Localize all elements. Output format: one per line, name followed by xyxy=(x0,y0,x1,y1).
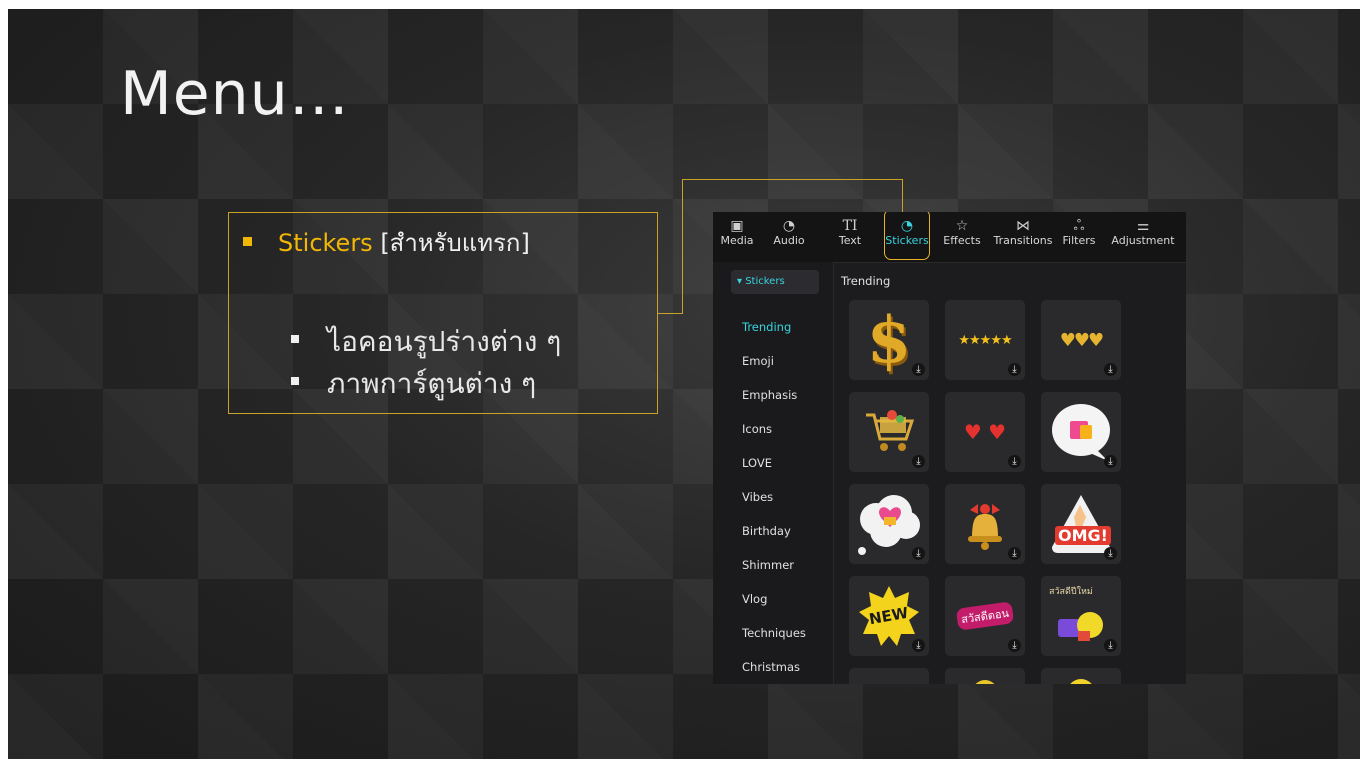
sidebar-item-christmas[interactable]: Christmas xyxy=(742,660,800,674)
download-icon[interactable]: ⤓ xyxy=(1104,547,1117,560)
bullet-rest: [สำหรับแทรก] xyxy=(372,229,530,257)
sidebar-section-stickers[interactable]: ▾ Stickers xyxy=(731,270,819,294)
partial-sticker-2[interactable] xyxy=(945,668,1025,684)
sidebar-item-vlog[interactable]: Vlog xyxy=(742,592,767,606)
toolbar: ▣ Media ◔ Audio TI Text ◔ Stickers ☆ Effects … xyxy=(713,212,1186,263)
adjustment-icon: ⚌ xyxy=(1136,218,1150,234)
tab-effects[interactable]: ☆ Effects xyxy=(939,218,985,247)
download-icon[interactable]: ⤓ xyxy=(1104,455,1117,468)
tab-adjustment[interactable]: ⚌ Adjustment xyxy=(1108,218,1178,247)
download-icon[interactable]: ⤓ xyxy=(1104,363,1117,376)
tab-label: Adjustment xyxy=(1111,234,1175,247)
sidebar-item-birthday[interactable]: Birthday xyxy=(742,524,791,538)
transitions-icon: ⋈ xyxy=(1016,218,1030,234)
media-icon: ▣ xyxy=(730,218,744,234)
bullet-square-icon xyxy=(291,377,299,385)
capcut-screenshot: ▣ Media ◔ Audio TI Text ◔ Stickers ☆ Effects … xyxy=(713,212,1186,684)
active-tab-ring xyxy=(884,212,930,260)
omg-icon xyxy=(1052,495,1110,553)
slide: Menu… Stickers [สำหรับแทรก] ไอคอนรูปร่าง… xyxy=(8,9,1360,759)
gold-hearts-sticker[interactable]: ♥♥♥ ⤓ xyxy=(1041,300,1121,380)
sub-bullet: ไอคอนรูปร่างต่าง ๆ xyxy=(291,321,561,363)
tab-label: Effects xyxy=(943,234,981,247)
tab-audio[interactable]: ◔ Audio xyxy=(769,218,809,247)
script-text-sticker[interactable]: สวัสดีตอน ⤓ xyxy=(945,576,1025,656)
shopping-bag-bubble-sticker[interactable]: ⤓ xyxy=(1041,392,1121,472)
filters-icon: ஃ xyxy=(1073,218,1085,234)
tab-label: Text xyxy=(838,234,862,247)
sidebar-item-icons[interactable]: Icons xyxy=(742,422,772,436)
cartoon-collage-sticker[interactable]: สวัสดีปีใหม่ ⤓ xyxy=(1041,576,1121,656)
sidebar-item-vibes[interactable]: Vibes xyxy=(742,490,773,504)
sidebar-item-emoji[interactable]: Emoji xyxy=(742,354,774,368)
five-stars-sticker[interactable]: ★★★★★ ⤓ xyxy=(945,300,1025,380)
bullet-box: Stickers [สำหรับแทรก] ไอคอนรูปร่างต่าง ๆ… xyxy=(228,212,658,414)
bell-bow-sticker[interactable]: ⤓ xyxy=(945,484,1025,564)
sidebar-item-techniques[interactable]: Techniques xyxy=(742,626,806,640)
effects-icon: ☆ xyxy=(955,218,969,234)
sidebar-item-emphasis[interactable]: Emphasis xyxy=(742,388,797,402)
tab-filters[interactable]: ஃ Filters xyxy=(1058,218,1100,247)
download-icon[interactable]: ⤓ xyxy=(912,639,925,652)
tab-media[interactable]: ▣ Media xyxy=(717,218,757,247)
main-bullet: Stickers [สำหรับแทรก] xyxy=(243,223,530,262)
omg-label: OMG! xyxy=(1055,526,1111,545)
collage-caption: สวัสดีปีใหม่ xyxy=(1049,587,1093,597)
download-icon[interactable]: ⤓ xyxy=(1008,639,1021,652)
download-icon[interactable]: ⤓ xyxy=(1104,639,1117,652)
tab-label: Filters xyxy=(1062,234,1096,247)
tab-label: Transitions xyxy=(993,234,1053,247)
partial-sticker-1[interactable] xyxy=(849,668,929,684)
download-icon[interactable]: ⤓ xyxy=(912,455,925,468)
download-icon[interactable]: ⤓ xyxy=(912,363,925,376)
sticker-category-sidebar: ▾ Stickers Trending Emoji Emphasis Icons… xyxy=(713,262,834,684)
tab-text[interactable]: TI Text xyxy=(835,218,865,247)
sub-bullet-text: ภาพการ์ตูนต่าง ๆ xyxy=(327,367,537,400)
bullet-highlight: Stickers xyxy=(278,229,373,257)
heart-gift-cloud-sticker[interactable]: ⤓ xyxy=(849,484,929,564)
audio-icon: ◔ xyxy=(782,218,796,234)
omg-clap-sticker[interactable]: OMG! ⤓ xyxy=(1041,484,1121,564)
bullet-square-icon xyxy=(291,335,299,343)
red-hearts-sticker[interactable]: ♥ ♥ ⤓ xyxy=(945,392,1025,472)
sub-bullet-text: ไอคอนรูปร่างต่าง ๆ xyxy=(327,325,562,358)
partial-sticker-3-art xyxy=(1041,668,1121,684)
partial-sticker-3[interactable] xyxy=(1041,668,1121,684)
tab-label: Audio xyxy=(773,234,805,247)
new-burst-sticker[interactable]: NEW ⤓ xyxy=(849,576,929,656)
tab-transitions[interactable]: ⋈ Transitions xyxy=(991,218,1055,247)
sidebar-item-trending[interactable]: Trending xyxy=(742,320,791,334)
text-icon: TI xyxy=(842,218,858,234)
slide-title: Menu… xyxy=(120,59,350,129)
sidebar-item-shimmer[interactable]: Shimmer xyxy=(742,558,794,572)
download-icon[interactable]: ⤓ xyxy=(1008,363,1021,376)
connector-line xyxy=(902,179,903,213)
bullet-square-icon xyxy=(243,236,252,246)
sub-bullet: ภาพการ์ตูนต่าง ๆ xyxy=(291,363,561,405)
sub-bullet-list: ไอคอนรูปร่างต่าง ๆ ภาพการ์ตูนต่าง ๆ xyxy=(291,321,561,405)
cart-icon xyxy=(866,410,915,451)
shopping-cart-sticker[interactable]: ⤓ xyxy=(849,392,929,472)
sidebar-item-love[interactable]: LOVE xyxy=(742,456,772,470)
partial-sticker-2-art xyxy=(945,668,1025,684)
connector-line xyxy=(658,313,682,314)
cloud-heart-icon xyxy=(858,495,920,555)
grid-title: Trending xyxy=(841,274,891,288)
bell-icon xyxy=(968,504,1002,550)
speech-bubble-icon xyxy=(1052,404,1110,461)
dollar-sign-sticker[interactable]: $ ⤓ xyxy=(849,300,929,380)
tab-label: Media xyxy=(720,234,754,247)
download-icon[interactable]: ⤓ xyxy=(1008,547,1021,560)
download-icon[interactable]: ⤓ xyxy=(1008,455,1021,468)
download-icon[interactable]: ⤓ xyxy=(912,547,925,560)
